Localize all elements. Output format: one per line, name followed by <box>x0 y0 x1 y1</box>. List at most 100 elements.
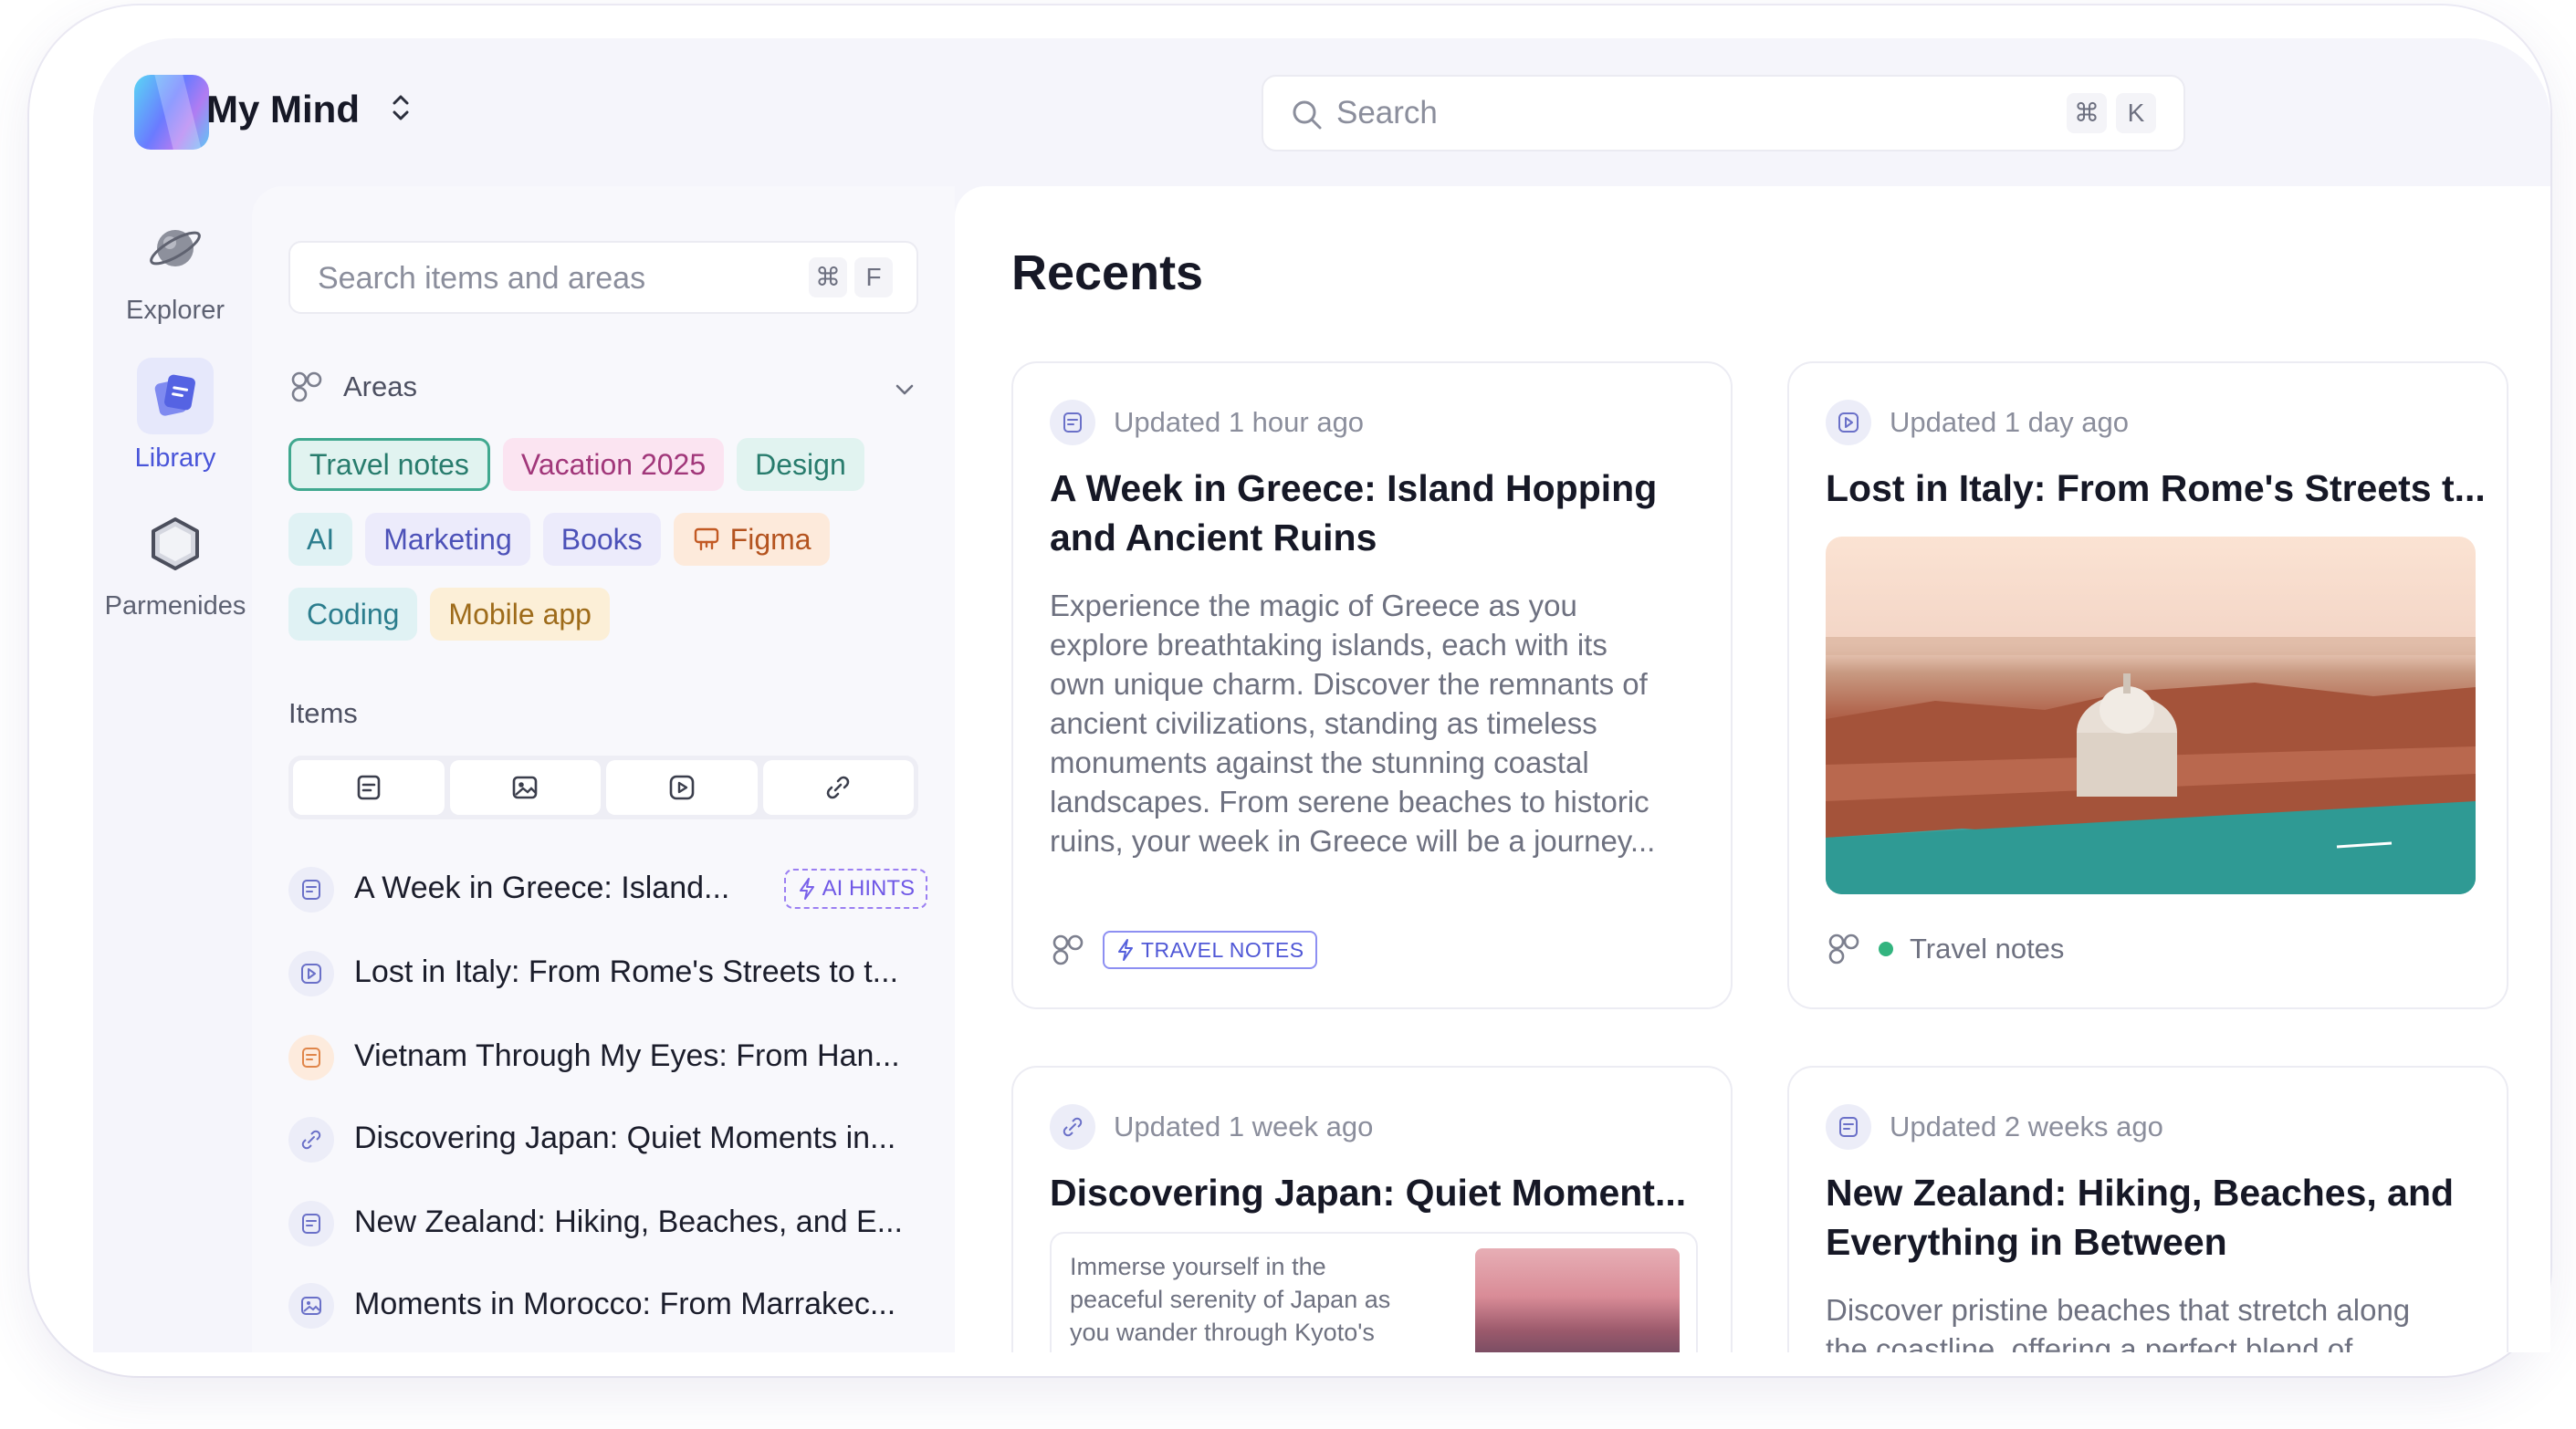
items-search-placeholder: Search items and areas <box>318 261 646 296</box>
tag-travel-notes[interactable]: Travel notes <box>288 438 490 491</box>
filter-videos-button[interactable] <box>606 760 758 815</box>
list-item[interactable]: Discovering Japan: Quiet Moments in... <box>288 1113 927 1168</box>
list-item[interactable]: Vietnam Through My Eyes: From Han... <box>288 1031 927 1086</box>
item-type-filter <box>288 756 918 819</box>
areas-icon <box>1828 934 1859 965</box>
list-item-title: Lost in Italy: From Rome's Streets to t.… <box>354 954 899 989</box>
list-item-title: Moments in Morocco: From Marrakec... <box>354 1287 896 1321</box>
filter-links-button[interactable] <box>762 760 914 815</box>
badge-label: TRAVEL NOTES <box>1141 938 1304 962</box>
area-tags: Travel notes Vacation 2025 Design AI Mar… <box>288 438 927 662</box>
rail-item-explorer[interactable]: Explorer <box>93 210 257 326</box>
rail-label: Explorer <box>126 296 225 325</box>
ai-hints-badge[interactable]: AI HINTS <box>783 869 927 909</box>
search-icon <box>1293 100 1322 130</box>
note-icon <box>288 867 334 913</box>
video-icon <box>288 951 334 996</box>
body-line: the coastline, offering a perfect blend … <box>1826 1332 2353 1352</box>
card-body: Discover pristine beaches that stretch a… <box>1826 1290 2410 1352</box>
card-footer: Travel notes <box>1826 931 2064 967</box>
chevron-up-down-icon[interactable] <box>387 89 414 126</box>
body-line: explore breathtaking islands, each with … <box>1050 628 1607 662</box>
app-logo[interactable] <box>134 75 209 150</box>
hexagon-icon <box>137 506 214 582</box>
preview-line: Immerse yourself in the <box>1070 1253 1326 1280</box>
tag-vacation-2025[interactable]: Vacation 2025 <box>502 438 725 491</box>
lightning-icon <box>799 878 814 900</box>
video-icon <box>669 775 695 800</box>
card-footer: TRAVEL NOTES <box>1050 931 1317 969</box>
filter-notes-button[interactable] <box>293 760 445 815</box>
note-icon <box>288 1201 334 1246</box>
list-item-title: Discovering Japan: Quiet Moments in... <box>354 1121 896 1155</box>
items-search-input[interactable]: Search items and areas ⌘ F <box>288 241 918 314</box>
tag-coding[interactable]: Coding <box>288 588 418 641</box>
chevron-down-icon[interactable] <box>891 376 918 403</box>
global-search-input[interactable]: Search ⌘ K <box>1262 75 2185 151</box>
search-placeholder: Search <box>1336 95 1438 130</box>
link-icon <box>1050 1104 1095 1150</box>
link-icon <box>826 776 850 799</box>
recent-card[interactable]: Updated 1 week ago Discovering Japan: Qu… <box>1011 1066 1733 1352</box>
card-body: Experience the magic of Greece as you ex… <box>1050 586 1655 861</box>
list-item[interactable]: Moments in Morocco: From Marrakec... <box>288 1279 927 1334</box>
card-title-line: Everything in Between <box>1826 1221 2227 1263</box>
venice-photo <box>1826 637 2476 894</box>
card-title: New Zealand: Hiking, Beaches, and Everyt… <box>1826 1168 2454 1267</box>
card-thumbnail <box>1826 537 2476 894</box>
card-title: Discovering Japan: Quiet Moment... <box>1050 1172 1687 1214</box>
library-icon <box>137 358 214 434</box>
rail-label: Parmenides <box>104 591 246 621</box>
link-preview-thumbnail <box>1475 1248 1680 1352</box>
planet-icon <box>137 210 214 287</box>
updated-time: Updated 2 weeks ago <box>1890 1111 2163 1142</box>
filter-images-button[interactable] <box>449 760 601 815</box>
tag-label: Figma <box>729 523 812 556</box>
card-title-line: and Ancient Ruins <box>1050 516 1377 558</box>
updated-time: Updated 1 day ago <box>1890 406 2129 438</box>
lightning-icon <box>1118 939 1133 961</box>
rail-item-library[interactable]: Library <box>93 358 257 474</box>
card-title-line: A Week in Greece: Island Hopping <box>1050 467 1658 509</box>
list-item[interactable]: Lost in Italy: From Rome's Streets to t.… <box>288 947 927 1002</box>
tag-design[interactable]: Design <box>737 438 864 491</box>
image-icon <box>288 1283 334 1329</box>
rail-item-parmenides[interactable]: Parmenides <box>93 506 257 621</box>
area-badge[interactable]: TRAVEL NOTES <box>1103 931 1317 969</box>
preview-line: peaceful serenity of Japan as <box>1070 1286 1391 1313</box>
recent-card[interactable]: Updated 1 hour ago A Week in Greece: Isl… <box>1011 361 1733 1009</box>
tag-books[interactable]: Books <box>542 513 661 566</box>
app-window: My Mind Search ⌘ K Explorer Library Parm… <box>93 38 2550 1352</box>
area-tag[interactable]: Travel notes <box>1910 933 2064 965</box>
body-line: ruins, your week in Greece will be a jou… <box>1050 824 1656 858</box>
body-line: own unique charm. Discover the remnants … <box>1050 667 1648 701</box>
card-title: Lost in Italy: From Rome's Streets t... <box>1826 467 2486 509</box>
card-meta: Updated 1 week ago <box>1050 1104 1373 1150</box>
list-item[interactable]: New Zealand: Hiking, Beaches, and E... <box>288 1197 927 1252</box>
tag-marketing[interactable]: Marketing <box>365 513 530 566</box>
workspace-title[interactable]: My Mind <box>206 88 360 131</box>
recent-card[interactable]: Updated 1 day ago Lost in Italy: From Ro… <box>1787 361 2508 1009</box>
tag-mobile-app[interactable]: Mobile app <box>430 588 610 641</box>
note-icon <box>357 775 381 800</box>
figma-icon <box>694 527 718 551</box>
link-preview[interactable]: Immerse yourself in the peaceful serenit… <box>1050 1232 1698 1352</box>
link-icon <box>288 1117 334 1163</box>
note-icon <box>288 1035 334 1080</box>
shortcut-mod-key: ⌘ <box>809 257 847 297</box>
shortcut-mod-key: ⌘ <box>2067 93 2107 133</box>
library-sidebar: Search items and areas ⌘ F Areas Travel … <box>252 186 955 1352</box>
area-color-dot <box>1879 942 1893 956</box>
recent-card[interactable]: Updated 2 weeks ago New Zealand: Hiking,… <box>1787 1066 2508 1352</box>
tag-figma[interactable]: Figma <box>673 513 830 566</box>
updated-time: Updated 1 week ago <box>1114 1111 1374 1142</box>
app-frame: My Mind Search ⌘ K Explorer Library Parm… <box>29 5 2550 1376</box>
tag-ai[interactable]: AI <box>288 513 353 566</box>
image-icon <box>512 776 538 799</box>
body-line: Discover pristine beaches that stretch a… <box>1826 1293 2411 1327</box>
card-title: A Week in Greece: Island Hopping and Anc… <box>1050 464 1657 562</box>
body-line: ancient civilizations, standing as timel… <box>1050 706 1597 740</box>
rail-label: Library <box>134 443 216 473</box>
body-line: monuments against the stunning coastal <box>1050 746 1589 779</box>
list-item[interactable]: A Week in Greece: Island... AI HINTS <box>288 863 927 918</box>
